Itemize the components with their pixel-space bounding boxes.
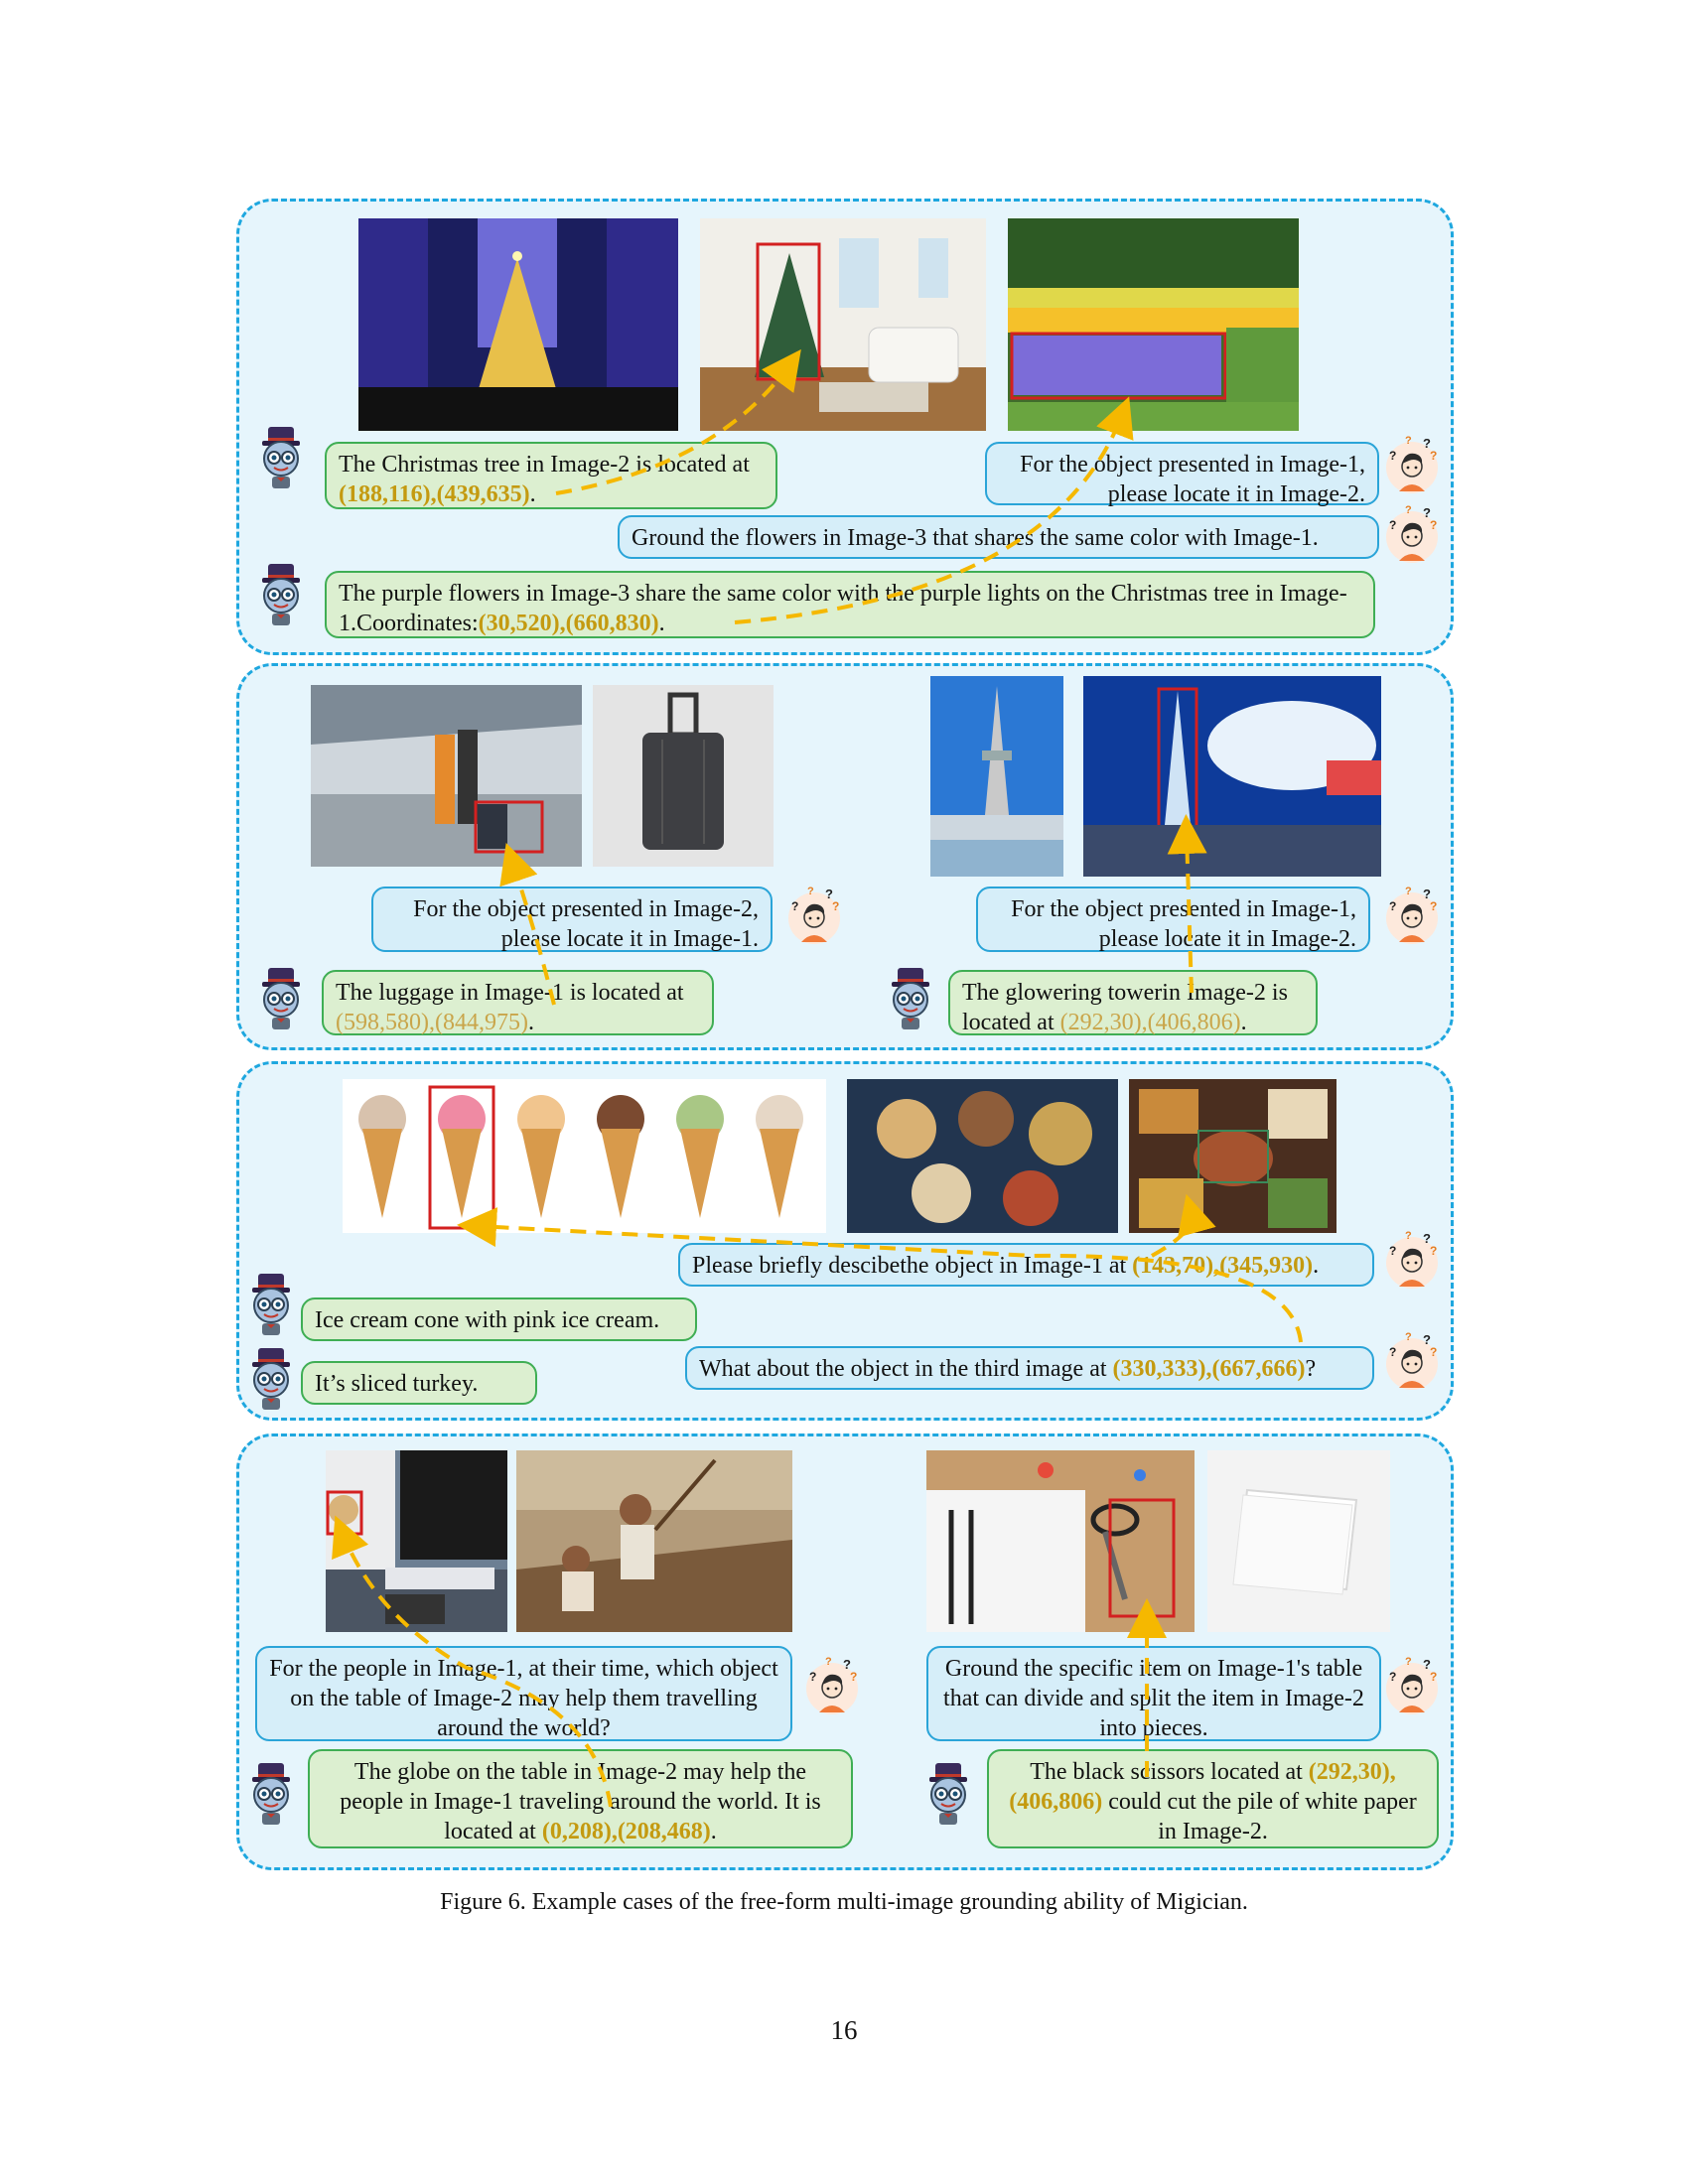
image-ice-cream-cones (343, 1079, 826, 1233)
image-desk-scissors (926, 1450, 1195, 1632)
image-suitcase (593, 685, 774, 867)
question-bubble-locate-tower: For the object presented in Image-1, ple… (976, 887, 1370, 952)
assistant-robot-icon (242, 1274, 300, 1337)
question-bubble-locate-luggage: For the object presented in Image-2, ple… (371, 887, 773, 952)
assistant-robot-icon (242, 1348, 300, 1412)
image-living-room-tree (700, 218, 986, 431)
question-bubble-divide-item: Ground the specific item on Image-1's ta… (926, 1646, 1381, 1741)
image-flower-garden (1008, 218, 1299, 431)
answer-bubble-globe: The globe on the table in Image-2 may he… (308, 1749, 853, 1848)
question-bubble-third-image: What about the object in the third image… (685, 1346, 1374, 1390)
answer-bubble-tower: The glowering towerin Image-2 is located… (948, 970, 1318, 1035)
question-bubble-describe-object: Please briefly descibethe object in Imag… (678, 1243, 1374, 1287)
page-number: 16 (830, 2015, 858, 2045)
figure-caption: Figure 6. Example cases of the free-form… (440, 1889, 1248, 1915)
question-bubble-ground-flowers: Ground the flowers in Image-3 that share… (618, 515, 1379, 559)
image-ancient-sailors (516, 1450, 792, 1632)
image-tv-tower-night (1083, 676, 1381, 877)
answer-bubble-scissors: The black scissors located at (292,30),(… (987, 1749, 1439, 1848)
image-mezze-table (847, 1079, 1118, 1233)
user-confused-icon (1383, 434, 1441, 497)
image-tv-tower-day (930, 676, 1063, 877)
assistant-robot-icon (882, 968, 939, 1031)
image-turkey-dinner (1129, 1079, 1336, 1233)
assistant-robot-icon (919, 1763, 977, 1827)
user-confused-icon (785, 885, 843, 948)
user-confused-icon (1383, 1655, 1441, 1718)
answer-bubble-purple-flowers: The purple flowers in Image-3 share the … (325, 571, 1375, 638)
assistant-robot-icon (252, 564, 310, 627)
answer-bubble-ice-cream: Ice cream cone with pink ice cream. (301, 1297, 697, 1341)
user-confused-icon (803, 1655, 861, 1718)
answer-bubble-christmas-tree: The Christmas tree in Image-2 is located… (325, 442, 777, 509)
assistant-robot-icon (252, 427, 310, 490)
assistant-robot-icon (242, 1763, 300, 1827)
user-confused-icon (1383, 885, 1441, 948)
image-rockefeller-tree (358, 218, 678, 431)
image-travelers-luggage (311, 685, 582, 867)
question-bubble-travel-object: For the people in Image-1, at their time… (255, 1646, 792, 1741)
answer-bubble-luggage: The luggage in Image-1 is located at (59… (322, 970, 714, 1035)
assistant-robot-icon (252, 968, 310, 1031)
image-paper-stack (1207, 1450, 1390, 1632)
user-confused-icon (1383, 503, 1441, 567)
image-desk-globe (326, 1450, 507, 1632)
user-confused-icon (1383, 1229, 1441, 1293)
question-bubble-locate-object: For the object presented in Image-1, ple… (985, 442, 1379, 507)
answer-bubble-turkey: It’s sliced turkey. (301, 1361, 537, 1405)
user-confused-icon (1383, 1330, 1441, 1394)
